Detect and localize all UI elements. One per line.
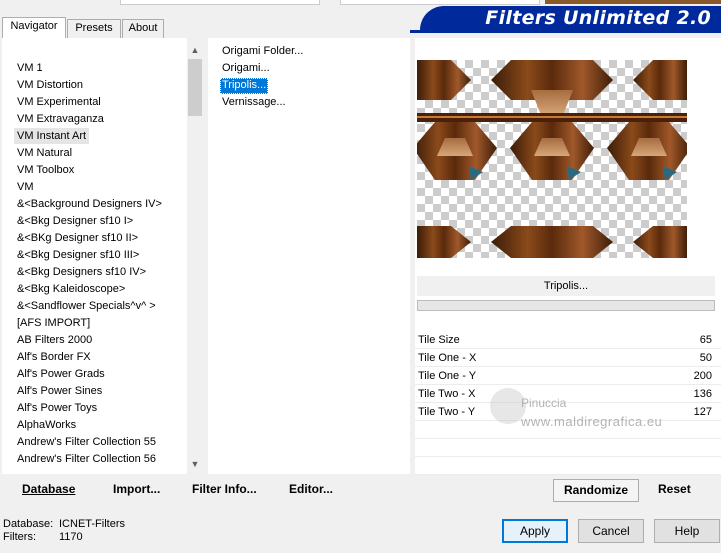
category-item[interactable]: AB Filters 2000 bbox=[14, 332, 95, 348]
category-item[interactable]: &<Bkg Designer sf10 III> bbox=[14, 247, 142, 263]
category-list[interactable]: VM 1 VM Distortion VM Experimental VM Extra… bbox=[2, 38, 187, 474]
category-item[interactable]: &<Bkg Designer sf10 I> bbox=[14, 213, 136, 229]
filter-info-button[interactable]: Filter Info... bbox=[192, 477, 257, 502]
help-button[interactable]: Help bbox=[654, 519, 720, 543]
category-scrollbar[interactable]: ▲ ▼ bbox=[187, 38, 203, 474]
tab-about[interactable]: About bbox=[122, 19, 164, 38]
category-item[interactable]: VM Extravaganza bbox=[14, 111, 107, 127]
category-item[interactable]: VM Natural bbox=[14, 145, 75, 161]
parameter-value: 127 bbox=[693, 406, 712, 418]
category-item[interactable]: &<Sandflower Specials^v^ > bbox=[14, 298, 159, 314]
category-item[interactable]: &<Bkg Kaleidoscope> bbox=[14, 281, 128, 297]
filter-item[interactable]: Origami... bbox=[220, 61, 272, 77]
scroll-down-icon[interactable]: ▼ bbox=[187, 456, 203, 472]
category-item[interactable]: &<BKg Designer sf10 II> bbox=[14, 230, 141, 246]
category-item[interactable]: Alf's Border FX bbox=[14, 349, 94, 365]
parameter-label: Tile Two - X bbox=[418, 388, 476, 400]
left-toolbar: Database Import... Filter Info... Editor… bbox=[2, 477, 410, 502]
category-item[interactable]: Alf's Power Toys bbox=[14, 400, 100, 416]
category-item[interactable]: VM Instant Art bbox=[14, 128, 90, 144]
filters-status-label: Filters: bbox=[3, 531, 36, 543]
category-item[interactable]: [AFS IMPORT] bbox=[14, 315, 93, 331]
parameter-label: Tile Two - Y bbox=[418, 406, 476, 418]
category-item[interactable]: VM 1 bbox=[14, 60, 46, 76]
category-item[interactable]: VM bbox=[14, 179, 37, 195]
category-item[interactable]: Alf's Power Grads bbox=[14, 366, 108, 382]
parameter-label: Tile One - Y bbox=[418, 370, 477, 382]
category-item[interactable]: VM Experimental bbox=[14, 94, 104, 110]
tab-presets[interactable]: Presets bbox=[67, 19, 121, 38]
filter-list-panel: Origami Folder... Origami... Tripolis... Ve… bbox=[208, 38, 410, 474]
database-button[interactable]: Database bbox=[22, 477, 75, 502]
parameter-value: 65 bbox=[699, 334, 712, 346]
banner-title: Filters Unlimited 2.0 bbox=[485, 7, 711, 29]
parameter-row[interactable]: Tile Two - Y 127 bbox=[415, 403, 721, 421]
category-item[interactable]: &<Background Designers IV> bbox=[14, 196, 165, 212]
filter-item[interactable]: Origami Folder... bbox=[220, 44, 305, 60]
parameter-value: 200 bbox=[693, 370, 712, 382]
category-item[interactable]: &<Bkg Designers sf10 IV> bbox=[14, 264, 149, 280]
background-window-field bbox=[340, 0, 540, 5]
filter-item[interactable]: Tripolis... bbox=[220, 78, 269, 94]
editor-button[interactable]: Editor... bbox=[289, 477, 333, 502]
reset-button[interactable]: Reset bbox=[658, 477, 691, 502]
preview-panel: Tripolis... Tile Size 65 Tile One - X 50 Til… bbox=[415, 38, 721, 475]
filters-status-value: 1170 bbox=[59, 531, 83, 543]
apply-button[interactable]: Apply bbox=[502, 519, 568, 543]
preview-filter-name: Tripolis... bbox=[417, 276, 715, 296]
randomize-button[interactable]: Randomize bbox=[553, 479, 639, 502]
category-list-panel: VM 1 VM Distortion VM Experimental VM Extra… bbox=[2, 38, 203, 474]
database-status-label: Database: bbox=[3, 518, 54, 530]
category-item[interactable]: Andrew's Filter Collection 56 bbox=[14, 451, 159, 467]
filter-item[interactable]: Vernissage... bbox=[220, 95, 288, 111]
parameter-row[interactable]: Tile One - X 50 bbox=[415, 349, 721, 367]
tab-navigator[interactable]: Navigator bbox=[2, 17, 66, 38]
import-button[interactable]: Import... bbox=[113, 477, 160, 502]
parameter-label: Tile One - X bbox=[418, 352, 477, 364]
parameter-row-empty bbox=[415, 439, 721, 457]
scroll-thumb[interactable] bbox=[188, 59, 202, 116]
parameter-value: 50 bbox=[699, 352, 712, 364]
parameter-label: Tile Size bbox=[418, 334, 460, 346]
parameter-value: 136 bbox=[693, 388, 712, 400]
progress-bar bbox=[417, 300, 715, 311]
background-window-field bbox=[120, 0, 320, 5]
app-banner: Filters Unlimited 2.0 bbox=[420, 6, 721, 30]
database-status-value: ICNET-Filters bbox=[59, 518, 125, 530]
category-item[interactable]: AlphaWorks bbox=[14, 417, 79, 433]
scroll-up-icon[interactable]: ▲ bbox=[187, 42, 203, 58]
category-item[interactable]: VM Distortion bbox=[14, 77, 86, 93]
category-item[interactable]: Andrew's Filter Collection 55 bbox=[14, 434, 159, 450]
banner-underline bbox=[410, 30, 721, 33]
cancel-button[interactable]: Cancel bbox=[578, 519, 644, 543]
parameter-row[interactable]: Tile Size 65 bbox=[415, 331, 721, 349]
category-item[interactable]: Alf's Power Sines bbox=[14, 383, 105, 399]
parameter-row[interactable]: Tile One - Y 200 bbox=[415, 367, 721, 385]
parameter-row-empty bbox=[415, 421, 721, 439]
right-toolbar: Randomize Reset bbox=[415, 477, 721, 502]
preview-image bbox=[417, 60, 687, 258]
parameter-row[interactable]: Tile Two - X 136 bbox=[415, 385, 721, 403]
parameter-row-empty bbox=[415, 457, 721, 475]
category-item[interactable]: VM Toolbox bbox=[14, 162, 77, 178]
background-window-image bbox=[545, 0, 721, 4]
